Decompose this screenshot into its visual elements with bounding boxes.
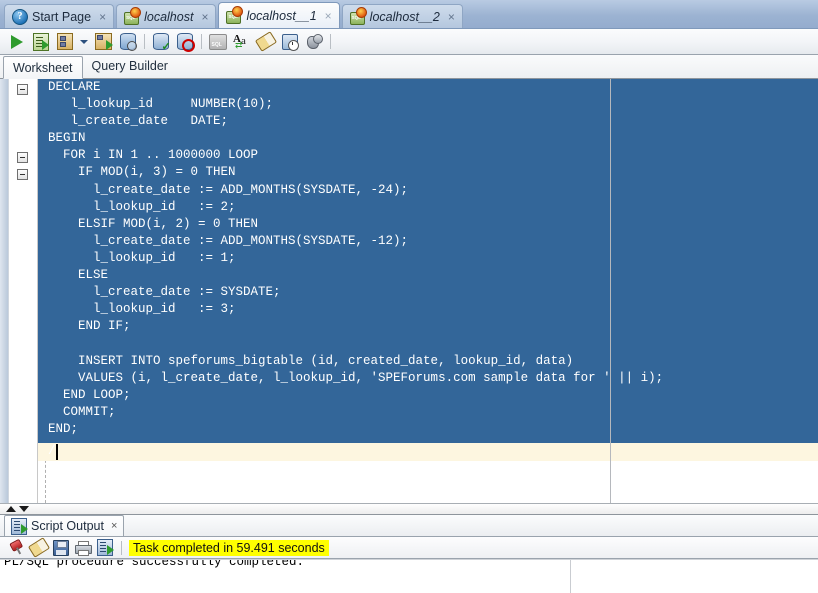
fold-toggle-icon[interactable] [17, 84, 28, 95]
toolbar-separator [201, 34, 202, 49]
tab-localhost[interactable]: localhost × [116, 4, 217, 28]
output-text: PL/SQL procedure successfully completed. [4, 559, 305, 569]
run-script-button[interactable] [30, 32, 51, 52]
pin-output-button[interactable] [7, 538, 26, 558]
tab-query-builder[interactable]: Query Builder [83, 55, 177, 78]
current-line-highlight [38, 443, 818, 461]
output-tab-label: Script Output [31, 519, 104, 533]
run-statement-button[interactable] [6, 32, 27, 52]
query-builder-button[interactable] [303, 32, 324, 52]
run-script-icon [32, 32, 49, 51]
tab-close-icon[interactable]: × [98, 11, 107, 23]
save-output-button[interactable] [51, 538, 70, 558]
sql-connection-icon [124, 7, 142, 25]
chevron-down-icon [80, 39, 88, 44]
run-script-output-button[interactable] [95, 538, 114, 558]
tab-label: localhost [144, 9, 194, 24]
tab-label: Start Page [32, 9, 92, 24]
gutter-strip [0, 79, 9, 503]
printer-icon [75, 541, 92, 556]
tab-localhost-1[interactable]: localhost__1 × [218, 2, 340, 28]
eraser-icon [254, 31, 277, 52]
unshared-sql-button[interactable] [207, 32, 228, 52]
sql-connection-icon [226, 6, 244, 24]
commit-button[interactable]: ✓ [150, 32, 171, 53]
collapse-down-icon[interactable] [19, 506, 29, 512]
task-status-text: Task completed in 59.491 seconds [129, 539, 329, 556]
explain-plan-button[interactable] [93, 32, 114, 52]
format-sql-button[interactable]: Aa ⇄ [231, 32, 252, 52]
editor-tab-strip: ? Start Page × localhost × localhost__1 … [0, 0, 818, 29]
eraser-icon [27, 537, 50, 558]
worksheet-toolbar: ✓ Aa⇄ [0, 29, 818, 55]
tab-close-icon[interactable]: × [111, 520, 117, 532]
text-caret [56, 444, 58, 460]
code-text[interactable]: DECLARE l_lookup_id NUMBER(10); l_create… [48, 79, 663, 438]
save-icon [52, 539, 69, 556]
run-script-icon [96, 539, 114, 556]
tab-close-icon[interactable]: × [447, 11, 456, 23]
toolbar-separator [121, 540, 122, 555]
tab-localhost-2[interactable]: localhost__2 × [341, 4, 463, 28]
sql-editor[interactable]: DECLARE l_lookup_id NUMBER(10); l_create… [0, 79, 818, 503]
run-script-icon [11, 517, 28, 535]
output-column-divider [570, 560, 571, 593]
bird-icon [306, 34, 323, 49]
worksheet-tab-bar: Worksheet Query Builder [0, 55, 818, 79]
clear-button[interactable] [254, 31, 277, 52]
sql-gray-icon [208, 33, 227, 50]
pushpin-icon [7, 538, 25, 556]
output-console[interactable]: PL/SQL procedure successfully completed. [0, 559, 818, 593]
clock-icon [281, 33, 299, 51]
code-last-line[interactable]: / [48, 443, 56, 460]
fold-toggle-icon[interactable] [17, 169, 28, 180]
tab-label: localhost__1 [246, 8, 317, 23]
toolbar-separator [144, 34, 145, 49]
help-icon: ? [12, 8, 28, 25]
editor-gutter[interactable] [0, 79, 38, 503]
aa-swap-icon: Aa ⇄ [233, 32, 246, 50]
tab-label: localhost__2 [369, 9, 440, 24]
code-area[interactable]: DECLARE l_lookup_id NUMBER(10); l_create… [38, 79, 818, 503]
rollback-button[interactable] [174, 32, 195, 52]
tab-close-icon[interactable]: × [324, 10, 333, 22]
tab-close-icon[interactable]: × [200, 11, 209, 23]
collapse-up-icon[interactable] [6, 506, 16, 512]
sql-history-button[interactable] [117, 32, 138, 52]
sql-connection-icon [349, 7, 367, 25]
db-rollback-icon [176, 33, 195, 52]
explain-tree-icon [56, 33, 73, 50]
fold-toggle-icon[interactable] [17, 152, 28, 163]
autotrace-dropdown-button[interactable] [78, 32, 90, 52]
tab-script-output[interactable]: Script Output × [4, 515, 125, 536]
panel-splitter[interactable] [0, 503, 818, 515]
tab-worksheet[interactable]: Worksheet [3, 56, 83, 79]
tab-start-page[interactable]: ? Start Page × [4, 4, 115, 28]
autotrace-button[interactable] [54, 32, 75, 52]
play-icon [10, 34, 23, 49]
toolbar-separator [330, 34, 331, 49]
schedule-button[interactable] [279, 32, 300, 52]
output-toolbar: Task completed in 59.491 seconds [0, 537, 818, 559]
print-output-button[interactable] [73, 538, 92, 558]
db-check-icon: ✓ [152, 33, 171, 53]
explain-plan-icon [95, 33, 113, 50]
db-search-icon [119, 33, 137, 51]
output-tab-bar: Script Output × [0, 515, 818, 537]
clear-output-button[interactable] [27, 537, 50, 558]
